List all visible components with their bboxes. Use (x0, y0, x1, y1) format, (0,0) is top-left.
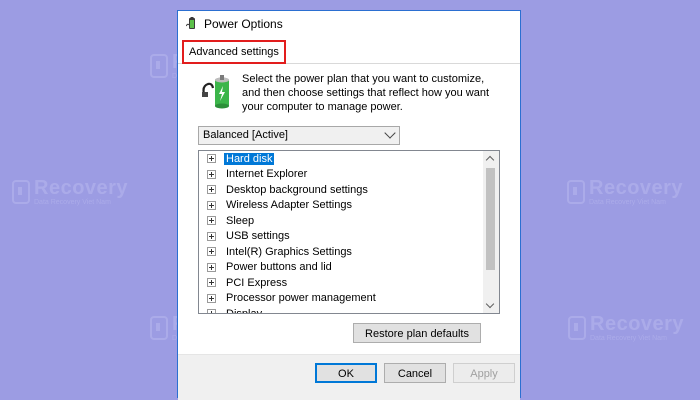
tree-item[interactable]: USB settings (199, 229, 485, 245)
expand-plus-icon[interactable] (207, 247, 216, 257)
title-bar[interactable]: Power Options (178, 11, 520, 37)
watermark: RecoveryData Recovery Viet Nam (12, 178, 128, 206)
window-title: Power Options (204, 17, 283, 31)
tree-item-label: Hard disk (224, 152, 275, 165)
tree-item-label: Sleep (226, 214, 255, 227)
watermark: RecoveryData Recovery Viet Nam (568, 314, 684, 342)
chevron-down-icon (384, 127, 396, 139)
key-watermark-icon (568, 316, 586, 340)
power-plan-value: Balanced [Active] (203, 129, 288, 141)
battery-plug-icon (202, 72, 236, 112)
tree-item-label: Display (226, 307, 263, 314)
tree-item-label: Power buttons and lid (226, 261, 332, 274)
tree-item[interactable]: Sleep (199, 213, 485, 229)
expand-plus-icon[interactable] (207, 231, 216, 241)
tree-item-label: Desktop background settings (226, 183, 368, 196)
key-watermark-icon (567, 180, 585, 204)
power-options-dialog: Power Options Advanced settings Select t… (177, 10, 521, 400)
watermark: RecoveryData Recovery Viet Nam (567, 178, 683, 206)
ok-button[interactable]: OK (315, 363, 377, 383)
vertical-scrollbar[interactable] (483, 151, 499, 313)
power-plan-dropdown[interactable]: Balanced [Active] (198, 126, 400, 145)
expand-plus-icon[interactable] (207, 309, 216, 313)
tree-item-label: Internet Explorer (226, 168, 308, 181)
power-options-app-icon (185, 17, 198, 31)
key-watermark-icon (150, 316, 168, 340)
expand-plus-icon[interactable] (207, 216, 216, 226)
expand-plus-icon[interactable] (207, 278, 216, 288)
restore-plan-defaults-button[interactable]: Restore plan defaults (353, 323, 481, 343)
description-text: Select the power plan that you want to c… (242, 73, 490, 113)
tree-item[interactable]: PCI Express (199, 275, 485, 291)
expand-plus-icon[interactable] (207, 185, 216, 195)
key-watermark-icon (150, 54, 168, 78)
tree-item[interactable]: Intel(R) Graphics Settings (199, 244, 485, 260)
settings-tree[interactable]: Hard disk Internet Explorer Desktop backgr… (198, 150, 500, 314)
description-row: Select the power plan that you want to c… (178, 64, 520, 114)
tab-advanced-settings[interactable]: Advanced settings (182, 40, 286, 64)
expand-plus-icon[interactable] (207, 262, 216, 272)
expand-plus-icon[interactable] (207, 200, 216, 210)
scrollbar-thumb[interactable] (486, 168, 495, 270)
expand-plus-icon[interactable] (207, 169, 216, 179)
tree-item-label: PCI Express (226, 276, 288, 289)
tree-item-label: USB settings (226, 230, 290, 243)
expand-plus-icon[interactable] (207, 154, 216, 164)
tree-item-label: Processor power management (226, 292, 376, 305)
scroll-up-icon[interactable] (485, 155, 495, 165)
tree-item[interactable]: Internet Explorer (199, 167, 485, 183)
tree-item-label: Intel(R) Graphics Settings (226, 245, 352, 258)
cancel-button[interactable]: Cancel (384, 363, 446, 383)
key-watermark-icon (12, 180, 30, 204)
expand-plus-icon[interactable] (207, 293, 216, 303)
scroll-down-icon[interactable] (485, 299, 495, 309)
tree-item[interactable]: Hard disk (199, 151, 485, 167)
tab-bar: Advanced settings (178, 37, 520, 64)
tree-item[interactable]: Desktop background settings (199, 182, 485, 198)
tree-item[interactable]: Wireless Adapter Settings (199, 198, 485, 214)
tree-item[interactable]: Processor power management (199, 291, 485, 307)
tree-item[interactable]: Power buttons and lid (199, 260, 485, 276)
tree-item-label: Wireless Adapter Settings (226, 199, 352, 212)
tree-item[interactable]: Display (199, 306, 485, 314)
apply-button[interactable]: Apply (453, 363, 515, 383)
settings-tree-list: Hard disk Internet Explorer Desktop backgr… (199, 151, 485, 314)
